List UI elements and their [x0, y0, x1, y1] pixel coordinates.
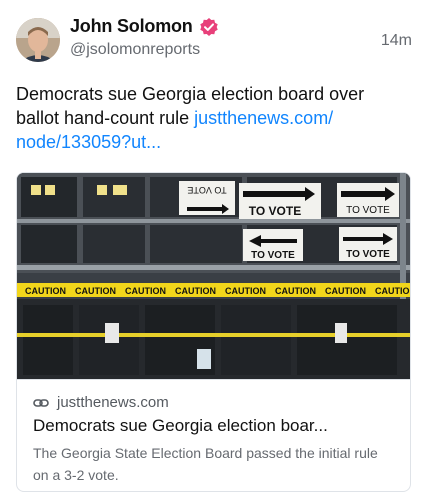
- post-header: John Solomon @jsolomonreports 14m: [16, 14, 412, 64]
- verified-badge-icon: [199, 17, 219, 37]
- post-text: Democrats sue Georgia election board ove…: [16, 82, 412, 154]
- caution-tape-text: CAUTION: [125, 286, 166, 296]
- post[interactable]: John Solomon @jsolomonreports 14m Democr…: [0, 0, 428, 500]
- author-name[interactable]: John Solomon: [70, 16, 193, 37]
- avatar[interactable]: [16, 18, 60, 62]
- svg-text:TO VOTE: TO VOTE: [251, 250, 295, 261]
- caution-tape-text: CAUTION: [75, 286, 116, 296]
- sign-2: TO VOTE: [239, 183, 321, 219]
- svg-text:TO VOTE: TO VOTE: [346, 249, 390, 260]
- svg-text:TO VOTE: TO VOTE: [187, 185, 226, 195]
- link-preview-card[interactable]: TO VOTE TO VOTE TO VOTE TO VOTE TO VOTE …: [16, 172, 411, 492]
- post-link-line1: justthenews.com/: [194, 108, 334, 128]
- sign-1: TO VOTE: [179, 181, 235, 215]
- svg-text:TO VOTE: TO VOTE: [249, 204, 301, 218]
- avatar-image: [16, 18, 60, 62]
- post-timestamp[interactable]: 14m: [381, 32, 412, 50]
- link-icon: [33, 395, 49, 411]
- link-description: The Georgia State Election Board passed …: [33, 445, 378, 483]
- sign-3: TO VOTE: [337, 183, 399, 217]
- caution-tape-text: CAUTION: [375, 286, 411, 296]
- author-handle[interactable]: @jsolomonreports: [70, 41, 200, 59]
- caution-tape-text: CAUTION: [175, 286, 216, 296]
- link-domain: justthenews.com: [57, 394, 169, 411]
- link-title: Democrats sue Georgia election boar...: [33, 416, 328, 435]
- link-preview-meta: justthenews.com Democrats sue Georgia el…: [17, 379, 410, 491]
- link-preview-image: TO VOTE TO VOTE TO VOTE TO VOTE TO VOTE …: [17, 173, 411, 379]
- caution-tape-text: CAUTION: [225, 286, 266, 296]
- sign-5: TO VOTE: [339, 227, 397, 261]
- caution-tape-text: CAUTION: [275, 286, 316, 296]
- svg-text:TO VOTE: TO VOTE: [346, 205, 390, 216]
- caution-tape-text: CAUTION: [25, 286, 66, 296]
- caution-tape-text: CAUTION: [325, 286, 366, 296]
- post-link-line2: node/133059?ut...: [16, 132, 162, 152]
- sign-4: TO VOTE: [243, 229, 303, 261]
